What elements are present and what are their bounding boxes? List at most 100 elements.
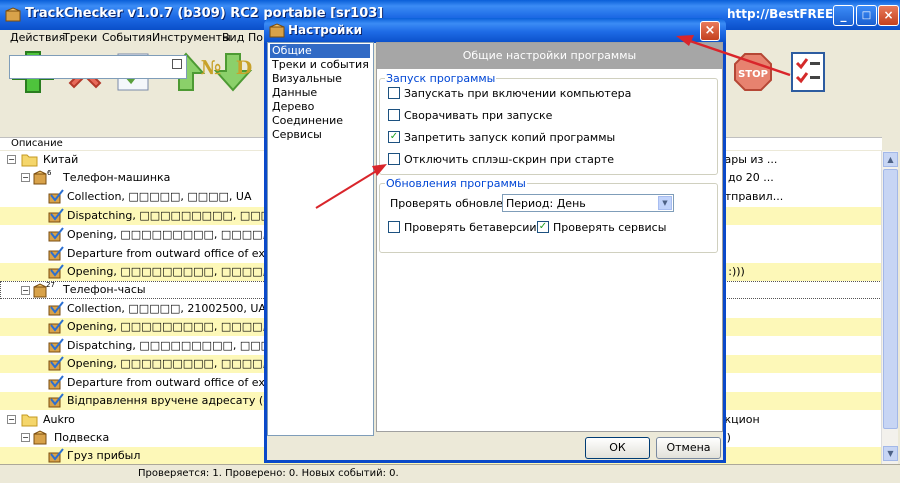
tree-label: Груз прибыл xyxy=(67,449,141,462)
update-period-value: Период: День xyxy=(506,197,586,210)
beta-label: Проверять бетаверсии xyxy=(404,221,537,234)
tree-label: Departure from outward office of excha xyxy=(67,247,285,260)
date-sort-icon[interactable]: D xyxy=(228,54,260,82)
tree-label: Dispatching, □□□□□□□□□, □□□ xyxy=(67,339,272,352)
stop-icon[interactable]: STOP xyxy=(733,52,773,92)
tree-label: Departure from outward office of excha xyxy=(67,376,285,389)
collapse-icon[interactable]: − xyxy=(21,173,30,182)
autostart-label: Запускать при включении компьютера xyxy=(404,87,632,100)
event-package-icon xyxy=(48,338,64,353)
scroll-up-icon[interactable]: ▲ xyxy=(883,152,898,167)
app-package-icon xyxy=(269,23,285,38)
column-description: Описание xyxy=(11,138,63,149)
app-package-icon xyxy=(5,7,21,22)
updates-group: Обновления программы Проверять обновлени… xyxy=(379,177,718,253)
dialog-close-button[interactable]: × xyxy=(700,21,720,41)
beta-checkbox[interactable] xyxy=(388,221,400,233)
tree-label: Телефон-машинка xyxy=(63,171,171,184)
cancel-button[interactable]: Отмена xyxy=(656,437,721,459)
status-bar: Проверяется: 1. Проверено: 0. Новых собы… xyxy=(0,464,900,483)
dialog-title: Настройки xyxy=(288,23,363,37)
menu-view[interactable]: Вид xyxy=(222,31,244,44)
event-package-icon xyxy=(48,448,64,463)
nav-item-visual[interactable]: Визуальные xyxy=(270,72,342,86)
nav-item-connection[interactable]: Соединение xyxy=(270,114,343,128)
vertical-scrollbar[interactable]: ▲ ▼ xyxy=(881,151,898,464)
tree-label: Телефон-часы xyxy=(63,283,146,296)
collapse-icon[interactable]: − xyxy=(7,155,16,164)
event-package-icon xyxy=(48,301,64,316)
event-package-icon xyxy=(48,393,64,408)
folder-icon xyxy=(21,154,38,167)
tree-comment: вары из ... xyxy=(718,153,778,166)
folder-icon xyxy=(21,414,38,427)
tree-comment: ь до 20 ... xyxy=(718,171,774,184)
tree-label: Відправлення вручене адресату (одер xyxy=(67,394,292,407)
chevron-down-icon[interactable]: ▼ xyxy=(658,196,672,210)
event-package-icon xyxy=(48,189,64,204)
settings-nav: Общие Треки и события Визуальные Данные … xyxy=(267,42,374,436)
menu-actions[interactable]: Действия xyxy=(10,31,65,44)
menu-tools[interactable]: Инструменты xyxy=(152,31,231,44)
event-package-icon xyxy=(48,264,64,279)
settings-panel: Общие настройки программы Запуск програм… xyxy=(376,42,723,432)
event-package-icon xyxy=(48,246,64,261)
menu-tracks[interactable]: Треки xyxy=(63,31,97,44)
collapse-icon[interactable]: − xyxy=(21,286,30,295)
event-count-badge: 27 xyxy=(46,281,55,289)
nav-item-tracks-events[interactable]: Треки и события xyxy=(270,58,369,72)
minimize-on-start-label: Сворачивать при запуске xyxy=(404,109,553,122)
menu-events[interactable]: События xyxy=(102,31,152,44)
event-package-icon xyxy=(48,375,64,390)
collapse-icon[interactable]: − xyxy=(7,415,16,424)
tree-comment: отправил... xyxy=(718,190,784,203)
tree-label: Opening, □□□□□□□□□, □□□□, □ xyxy=(67,265,280,278)
single-instance-checkbox[interactable]: ✓ xyxy=(388,131,400,143)
svg-text:STOP: STOP xyxy=(738,69,768,80)
event-package-icon xyxy=(48,356,64,371)
settings-dialog: Настройки × Общие Треки и события Визуал… xyxy=(264,18,726,463)
event-package-icon xyxy=(48,227,64,242)
event-package-icon xyxy=(48,208,64,223)
search-input[interactable] xyxy=(9,55,187,79)
tree-label: Opening, □□□□□□□□□, □□□□, □ xyxy=(67,228,280,241)
scroll-down-icon[interactable]: ▼ xyxy=(883,446,898,461)
number-sort-icon[interactable]: № xyxy=(195,54,227,82)
nav-item-tree[interactable]: Дерево xyxy=(270,100,314,114)
dialog-title-bar[interactable]: Настройки × xyxy=(264,18,726,43)
check-services-label: Проверять сервисы xyxy=(553,221,667,234)
single-instance-label: Запретить запуск копий программы xyxy=(404,131,616,144)
tree-label: Opening, □□□□□□□□□, □□□□, □ xyxy=(67,320,280,333)
check-services-checkbox[interactable]: ✓ xyxy=(537,221,549,233)
tree-label: Китай xyxy=(43,153,79,166)
update-period-select[interactable]: Период: День ▼ xyxy=(502,194,674,212)
ok-button[interactable]: ОК xyxy=(585,437,650,459)
event-package-icon xyxy=(48,319,64,334)
event-count-badge: 6 xyxy=(47,169,52,177)
autostart-checkbox[interactable] xyxy=(388,87,400,99)
tree-label: Collection, □□□□□, □□□□, UA xyxy=(67,190,252,203)
tree-label: Aukro xyxy=(43,413,75,426)
disable-splash-checkbox[interactable] xyxy=(388,153,400,165)
tree-label: Подвеска xyxy=(54,431,110,444)
status-text: Проверяется: 1. Проверено: 0. Новых собы… xyxy=(138,468,399,479)
startup-group-caption: Запуск программы xyxy=(385,72,497,85)
minimize-button[interactable]: _ xyxy=(833,5,854,26)
disable-splash-label: Отключить сплэш-скрин при старте xyxy=(404,153,615,166)
package-icon xyxy=(33,430,47,445)
close-button[interactable]: × xyxy=(878,5,899,26)
nav-item-data[interactable]: Данные xyxy=(270,86,317,100)
maximize-button[interactable]: □ xyxy=(856,5,877,26)
collapse-icon[interactable]: − xyxy=(21,433,30,442)
search-checkbox[interactable] xyxy=(172,59,182,69)
tree-label: Opening, □□□□□□□□□, □□□□, □ xyxy=(67,357,280,370)
minimize-on-start-checkbox[interactable] xyxy=(388,109,400,121)
tree-label: Dispatching, □□□□□□□□□, □□□ xyxy=(67,209,272,222)
startup-group: Запуск программы Запускать при включении… xyxy=(379,72,718,175)
updates-group-caption: Обновления программы xyxy=(385,177,527,190)
scroll-thumb[interactable] xyxy=(883,169,898,429)
tree-label: Collection, □□□□□, 21002500, UA xyxy=(67,302,266,315)
nav-item-services[interactable]: Сервисы xyxy=(270,128,322,142)
checklist-icon[interactable] xyxy=(789,50,829,94)
nav-item-general[interactable]: Общие xyxy=(270,44,370,58)
